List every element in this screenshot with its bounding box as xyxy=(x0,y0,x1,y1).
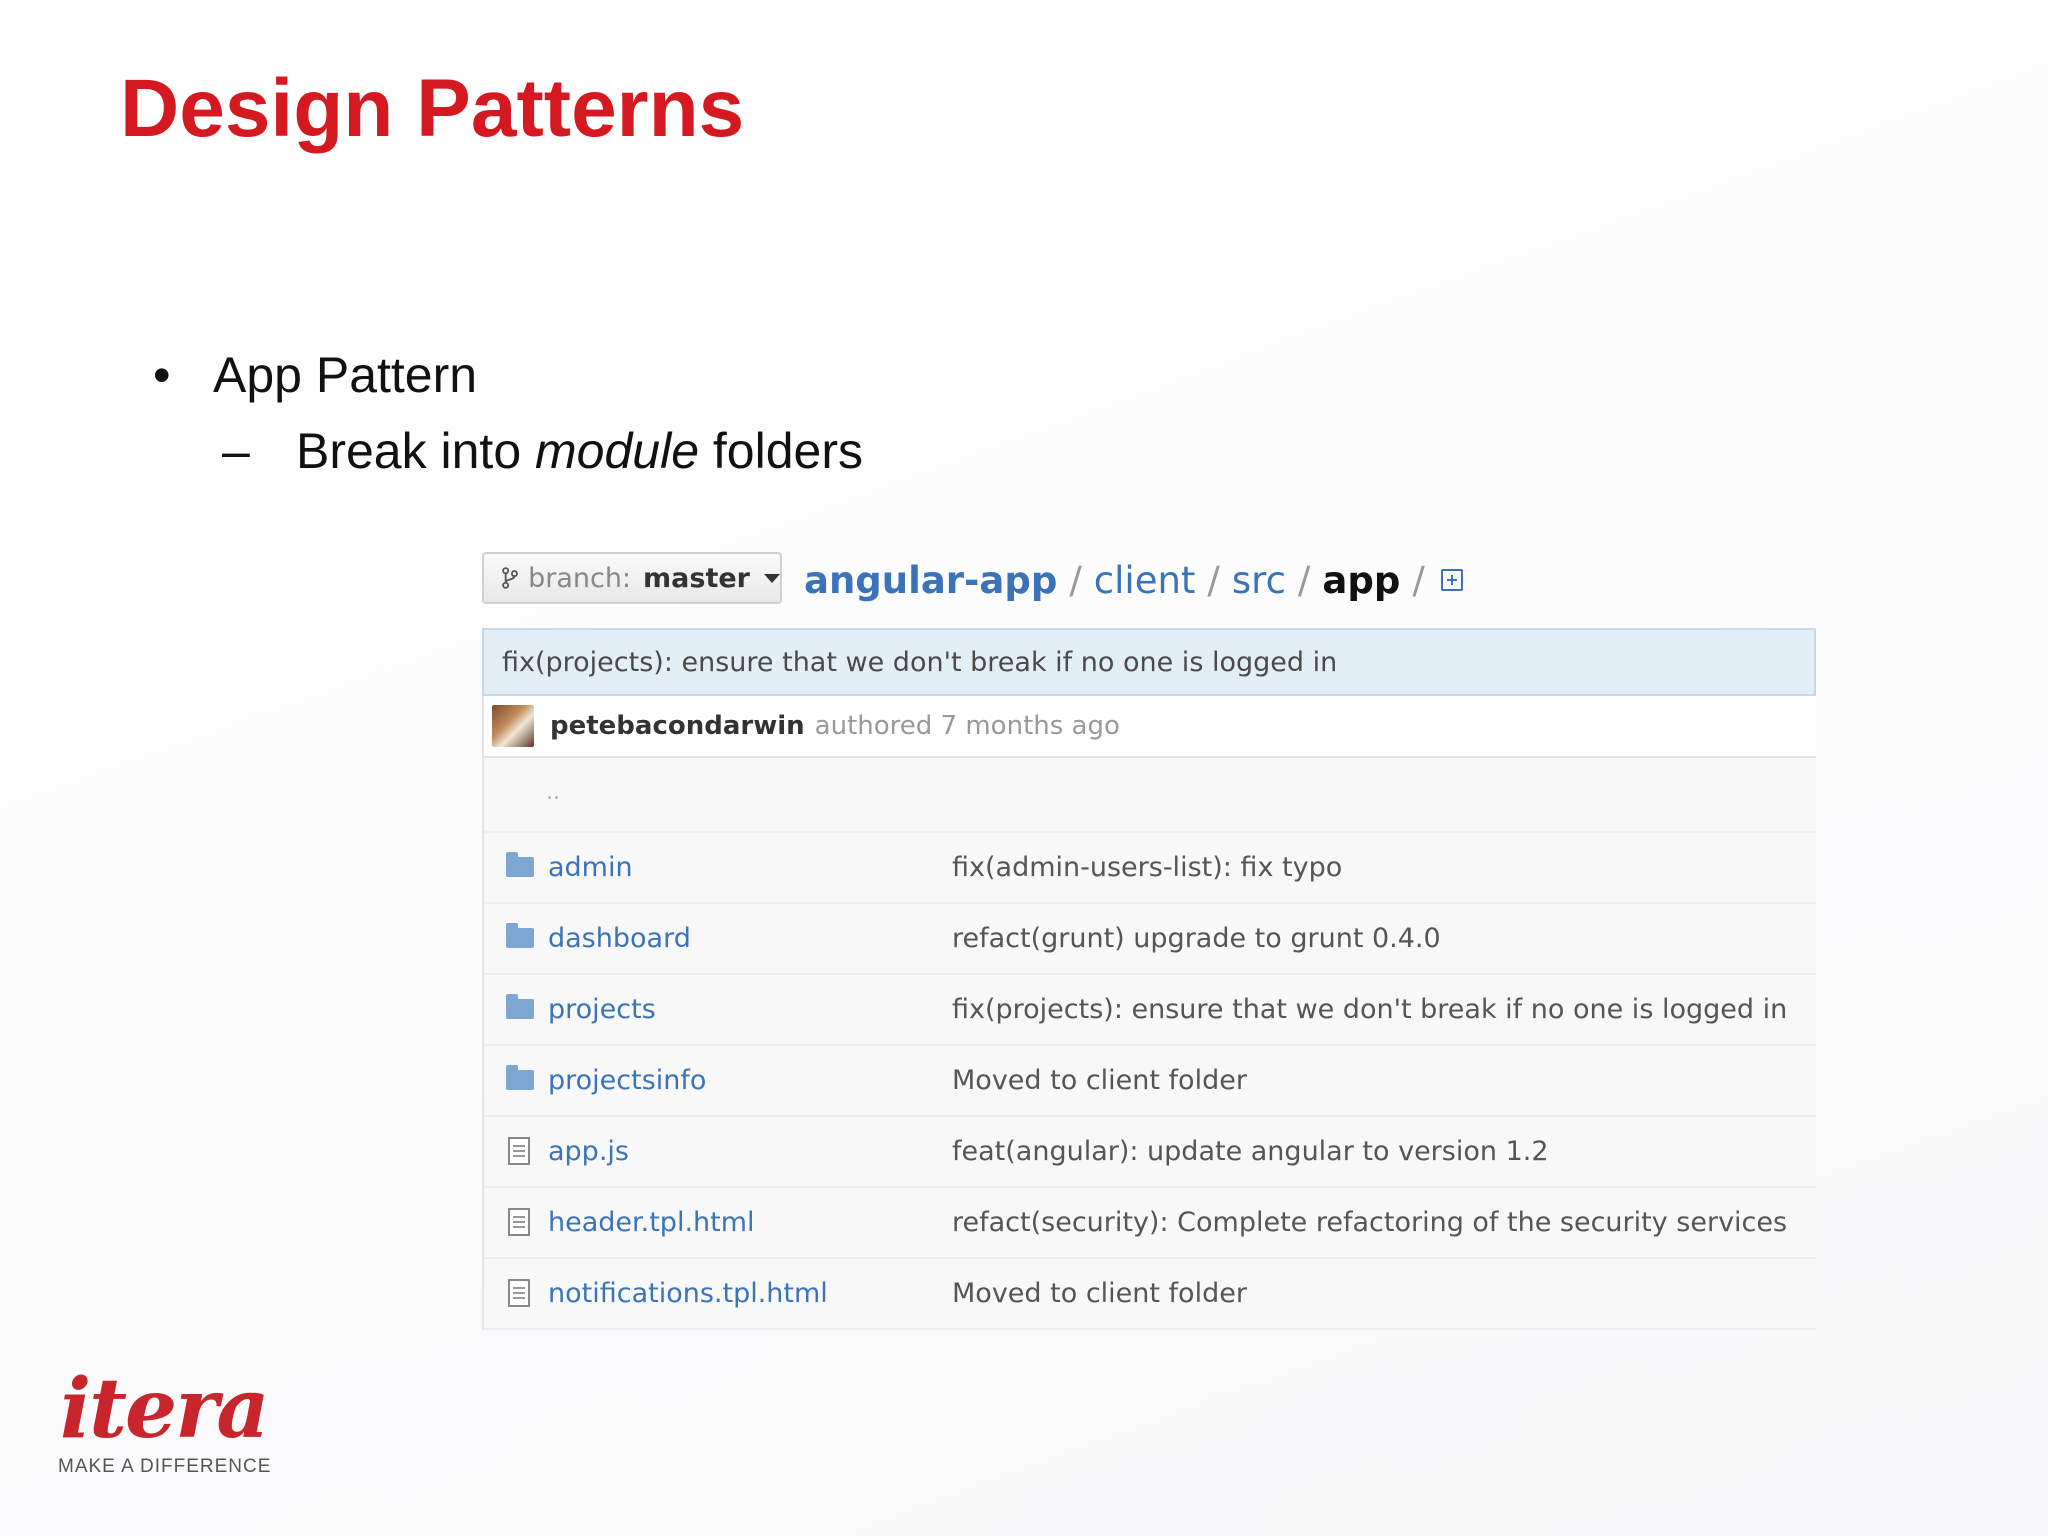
folder-icon xyxy=(506,994,534,1019)
bullet-marker: • xyxy=(153,347,171,403)
chevron-down-icon xyxy=(764,573,780,583)
file-commit-message[interactable]: fix(projects): ensure that we don't brea… xyxy=(952,994,1787,1025)
breadcrumb-src-link[interactable]: src xyxy=(1232,559,1286,602)
commit-author-name[interactable]: petebacondarwin xyxy=(550,711,805,741)
breadcrumb-separator: / xyxy=(1412,558,1425,602)
folder-icon xyxy=(506,1065,534,1090)
breadcrumb-repo-link[interactable]: angular-app xyxy=(804,559,1057,602)
file-icon xyxy=(508,1137,530,1165)
breadcrumb-separator: / xyxy=(1207,558,1220,602)
latest-commit-message[interactable]: fix(projects): ensure that we don't brea… xyxy=(482,628,1816,696)
file-row-projectsinfo[interactable]: projectsinfo Moved to client folder xyxy=(484,1046,1816,1117)
file-row-header-tpl-html[interactable]: header.tpl.html refact(security): Comple… xyxy=(484,1188,1816,1259)
sub-bullet-before: Break into xyxy=(296,423,536,479)
file-commit-message[interactable]: Moved to client folder xyxy=(952,1278,1247,1309)
commit-author-row: petebacondarwin authored 7 months ago xyxy=(482,696,1816,758)
file-name[interactable]: admin xyxy=(548,852,633,883)
file-row-projects[interactable]: projects fix(projects): ensure that we d… xyxy=(484,975,1816,1046)
commit-authored-time: authored 7 months ago xyxy=(814,711,1120,741)
breadcrumb-separator: / xyxy=(1069,558,1082,602)
file-name[interactable]: projectsinfo xyxy=(548,1065,706,1096)
breadcrumb-current-folder: app xyxy=(1322,558,1401,602)
file-row-notifications-tpl-html[interactable]: notifications.tpl.html Moved to client f… xyxy=(484,1259,1816,1330)
itera-logo: itera MAKE A DIFFERENCE xyxy=(56,1361,270,1484)
file-commit-message[interactable]: feat(angular): update angular to version… xyxy=(952,1136,1549,1167)
folder-icon xyxy=(506,852,534,877)
file-commit-message[interactable]: fix(admin-users-list): fix typo xyxy=(952,852,1342,883)
file-commit-message[interactable]: refact(grunt) upgrade to grunt 0.4.0 xyxy=(952,923,1441,954)
file-name[interactable]: notifications.tpl.html xyxy=(548,1278,828,1309)
avatar[interactable] xyxy=(492,705,534,747)
file-name[interactable]: header.tpl.html xyxy=(548,1207,755,1238)
file-name[interactable]: projects xyxy=(548,994,656,1025)
bullet-app-pattern: App Pattern xyxy=(213,347,478,403)
breadcrumb-client-link[interactable]: client xyxy=(1094,559,1196,602)
sub-bullet-after: folders xyxy=(699,423,863,479)
file-row-admin[interactable]: admin fix(admin-users-list): fix typo xyxy=(484,833,1816,904)
sub-bullet-marker: – xyxy=(222,423,250,479)
parent-directory-row[interactable]: .. xyxy=(484,758,1816,833)
sub-bullet-emphasis: module xyxy=(535,423,700,479)
logo-wordmark: itera xyxy=(60,1361,270,1457)
slide-title: Design Patterns xyxy=(120,63,745,154)
file-commit-message[interactable]: refact(security): Complete refactoring o… xyxy=(952,1207,1787,1238)
branch-selector-button[interactable]: branch: master xyxy=(482,552,782,604)
parent-directory-link[interactable]: .. xyxy=(546,780,560,805)
branch-prefix: branch: xyxy=(528,562,632,594)
sub-bullet-break-into-folders: Break into module folders xyxy=(296,426,863,476)
add-file-icon[interactable] xyxy=(1440,569,1463,591)
file-name[interactable]: dashboard xyxy=(548,923,691,954)
file-commit-message[interactable]: Moved to client folder xyxy=(952,1065,1247,1096)
file-icon xyxy=(508,1208,530,1236)
file-row-dashboard[interactable]: dashboard refact(grunt) upgrade to grunt… xyxy=(484,904,1816,975)
branch-name: master xyxy=(643,562,750,594)
logo-tagline: MAKE A DIFFERENCE xyxy=(58,1456,272,1477)
file-list: .. admin fix(admin-users-list): fix typo… xyxy=(482,758,1816,1330)
folder-icon xyxy=(506,923,534,948)
file-name[interactable]: app.js xyxy=(548,1136,629,1167)
branch-icon xyxy=(502,567,518,589)
breadcrumb-separator: / xyxy=(1297,558,1311,602)
file-icon xyxy=(508,1279,530,1307)
breadcrumb: angular-app / client / src / app / xyxy=(804,554,1463,606)
github-file-browser: branch: master angular-app / client / sr… xyxy=(482,548,1816,1330)
file-row-app-js[interactable]: app.js feat(angular): update angular to … xyxy=(484,1117,1816,1188)
